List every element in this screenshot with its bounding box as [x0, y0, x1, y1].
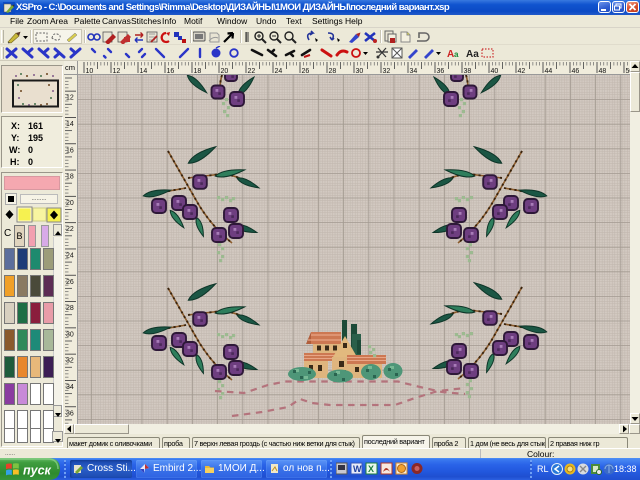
svg-text:36: 36 [66, 410, 74, 417]
svg-text:12: 12 [66, 95, 74, 102]
svg-text:36: 36 [437, 68, 445, 75]
svg-text:28: 28 [329, 68, 337, 75]
svg-text:30: 30 [356, 68, 364, 75]
svg-text:26: 26 [302, 68, 310, 75]
svg-text:42: 42 [518, 68, 526, 75]
svg-text:16: 16 [66, 147, 74, 154]
svg-text:14: 14 [140, 68, 148, 75]
svg-text:10: 10 [86, 68, 94, 75]
svg-text:24: 24 [66, 252, 74, 259]
svg-text:a: a [454, 50, 459, 59]
svg-text:28: 28 [66, 305, 74, 312]
svg-text:Aa: Aa [466, 49, 479, 60]
svg-text:24: 24 [275, 68, 283, 75]
svg-text:16: 16 [167, 68, 175, 75]
svg-text:12: 12 [113, 68, 121, 75]
svg-text:30: 30 [66, 331, 74, 338]
svg-text:44: 44 [545, 68, 553, 75]
svg-text:26: 26 [66, 279, 74, 286]
svg-text:34: 34 [410, 68, 418, 75]
svg-text:46: 46 [572, 68, 580, 75]
svg-text:18: 18 [194, 68, 202, 75]
svg-text:40: 40 [491, 68, 499, 75]
svg-text:32: 32 [383, 68, 391, 75]
svg-text:20: 20 [66, 200, 74, 207]
svg-text:20: 20 [221, 68, 229, 75]
svg-text:22: 22 [248, 68, 256, 75]
svg-text:W: W [353, 464, 362, 474]
svg-text:18: 18 [66, 174, 74, 181]
svg-text:пуск: пуск [23, 464, 52, 478]
svg-text:34: 34 [66, 384, 74, 391]
svg-text:22: 22 [66, 226, 74, 233]
svg-text:14: 14 [66, 121, 74, 128]
svg-text:32: 32 [66, 358, 74, 365]
svg-text:X: X [368, 464, 374, 474]
svg-text:48: 48 [599, 68, 607, 75]
svg-text:38: 38 [464, 68, 472, 75]
